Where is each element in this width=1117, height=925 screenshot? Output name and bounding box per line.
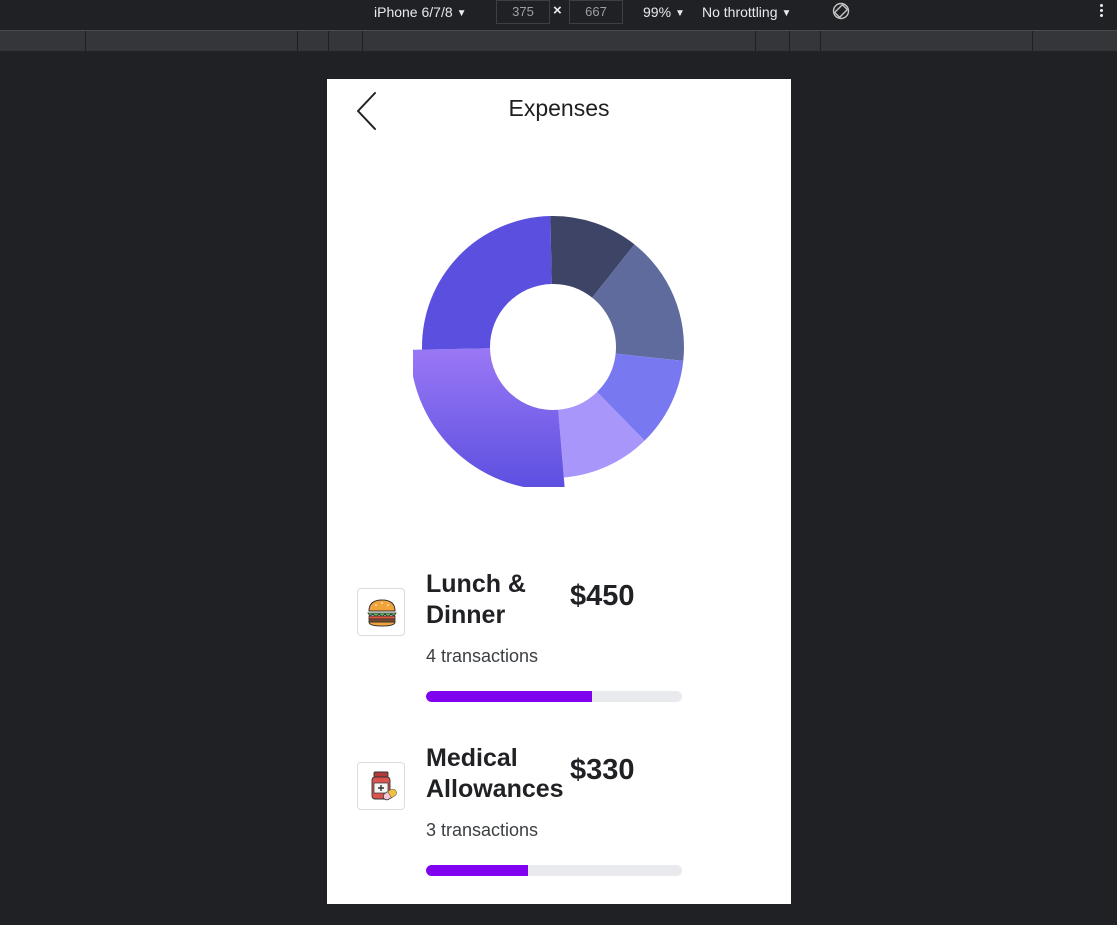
expense-name: Lunch & Dinner (426, 569, 576, 631)
expense-item[interactable]: Medical Allowances $330 3 transactions (327, 743, 791, 893)
page-title: Expenses (327, 95, 791, 122)
device-select-label: iPhone 6/7/8 (374, 4, 453, 20)
chevron-down-icon: ▼ (456, 8, 467, 19)
ruler-tick (297, 31, 298, 51)
expense-name-line2: Dinner (426, 601, 506, 629)
rotate-icon[interactable] (832, 2, 850, 20)
expense-item[interactable]: Lunch & Dinner $450 4 transactions (327, 569, 791, 719)
burger-icon (367, 599, 397, 627)
progress-fill (426, 691, 593, 702)
times-symbol: × (553, 2, 562, 19)
width-input[interactable]: 375 (496, 0, 550, 24)
expense-name-line1: Lunch & (426, 570, 526, 598)
burger-icon-box (357, 588, 405, 636)
page-title-text: Expenses (508, 95, 610, 121)
ruler-tick (328, 31, 329, 51)
throttling-select-label: No throttling (702, 4, 778, 20)
zoom-select-label: 99% (643, 4, 672, 20)
expense-name: Medical Allowances (426, 743, 576, 805)
expense-amount: $330 (570, 754, 635, 786)
donut-segment (422, 216, 552, 350)
ruler-tick (362, 31, 363, 51)
medicine-icon (371, 771, 397, 801)
chevron-down-icon: ▼ (781, 8, 792, 19)
transaction-count: 3 transactions (426, 820, 539, 840)
expense-amount: $450 (570, 580, 635, 612)
progress-bar (426, 865, 682, 876)
ruler-tick (85, 31, 86, 51)
medicine-icon-box (357, 762, 405, 810)
device-select[interactable]: iPhone 6/7/8 ▼ (374, 0, 467, 24)
expense-name-line2: Allowances (426, 775, 564, 803)
media-query-ruler (0, 30, 1117, 51)
ruler-tick (1032, 31, 1033, 51)
more-options-icon[interactable] (1098, 2, 1104, 20)
ruler-tick (755, 31, 756, 51)
expenses-donut-chart (413, 216, 684, 487)
ruler-tick (820, 31, 821, 51)
zoom-select[interactable]: 99% ▼ (643, 0, 685, 24)
progress-bar (426, 691, 682, 702)
devtools-device-toolbar: iPhone 6/7/8 ▼ 375 × 667 99% ▼ No throttli… (0, 0, 1117, 28)
height-input[interactable]: 667 (569, 0, 623, 24)
transaction-count: 4 transactions (426, 646, 539, 666)
progress-fill (426, 865, 529, 876)
phone-viewport: Expenses Lunch & Dinner $450 4 transacti… (327, 79, 791, 904)
ruler-tick (789, 31, 790, 51)
throttling-select[interactable]: No throttling ▼ (702, 0, 791, 24)
chevron-down-icon: ▼ (675, 8, 685, 19)
expense-name-line1: Medical (426, 744, 518, 772)
donut-segment (413, 348, 565, 487)
